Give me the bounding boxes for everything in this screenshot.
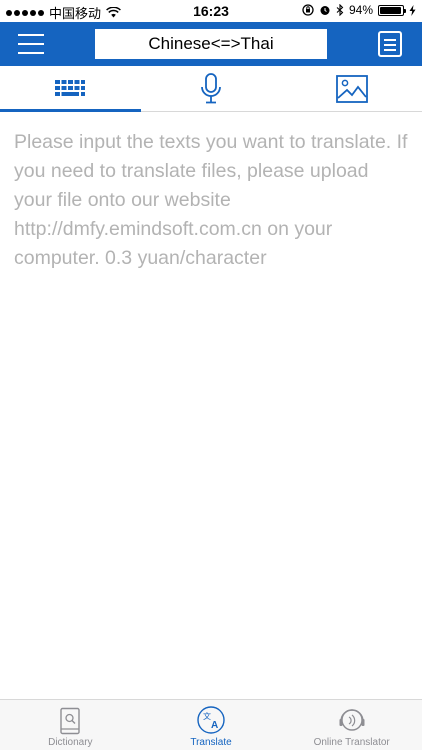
menu-icon[interactable] [18,32,44,56]
tab-image[interactable] [281,66,422,111]
microphone-icon [201,72,221,103]
bottom-tab-label: Online Translator [313,737,390,748]
translate-input-area [14,128,410,688]
status-right: 94% [302,3,416,17]
image-icon [335,74,368,103]
status-bar: 中国移动 16:23 94% [0,0,422,22]
translate-input[interactable] [14,128,410,688]
battery-percent: 94% [348,3,373,17]
alarm-icon [320,6,330,15]
bottom-tab-bar: Dictionary 文 A Translate Online Translat… [0,699,422,750]
svg-text:文: 文 [203,711,211,721]
lock-rotation-icon [302,4,314,16]
input-mode-tabs [0,66,422,112]
dictionary-icon [60,707,81,735]
keyboard-icon [55,79,86,96]
bottom-tab-online-translator[interactable]: Online Translator [281,700,422,750]
bluetooth-icon [336,4,344,16]
nav-bar: Chinese<=>Thai [0,22,422,66]
battery-icon [378,4,406,16]
document-icon[interactable] [378,31,402,57]
bottom-tab-label: Translate [190,737,232,748]
translate-icon: 文 A [197,706,225,734]
bottom-tab-translate[interactable]: 文 A Translate [141,700,282,750]
bottom-tab-dictionary[interactable]: Dictionary [0,700,141,750]
battery-fill [380,6,401,14]
svg-text:A: A [211,720,218,731]
online-translator-icon [339,709,365,731]
bottom-tab-label: Dictionary [48,737,93,748]
charging-bolt-icon [409,4,416,16]
tab-voice[interactable] [141,66,282,111]
language-pair-selector[interactable]: Chinese<=>Thai [95,29,327,59]
tab-keyboard[interactable] [0,66,141,112]
